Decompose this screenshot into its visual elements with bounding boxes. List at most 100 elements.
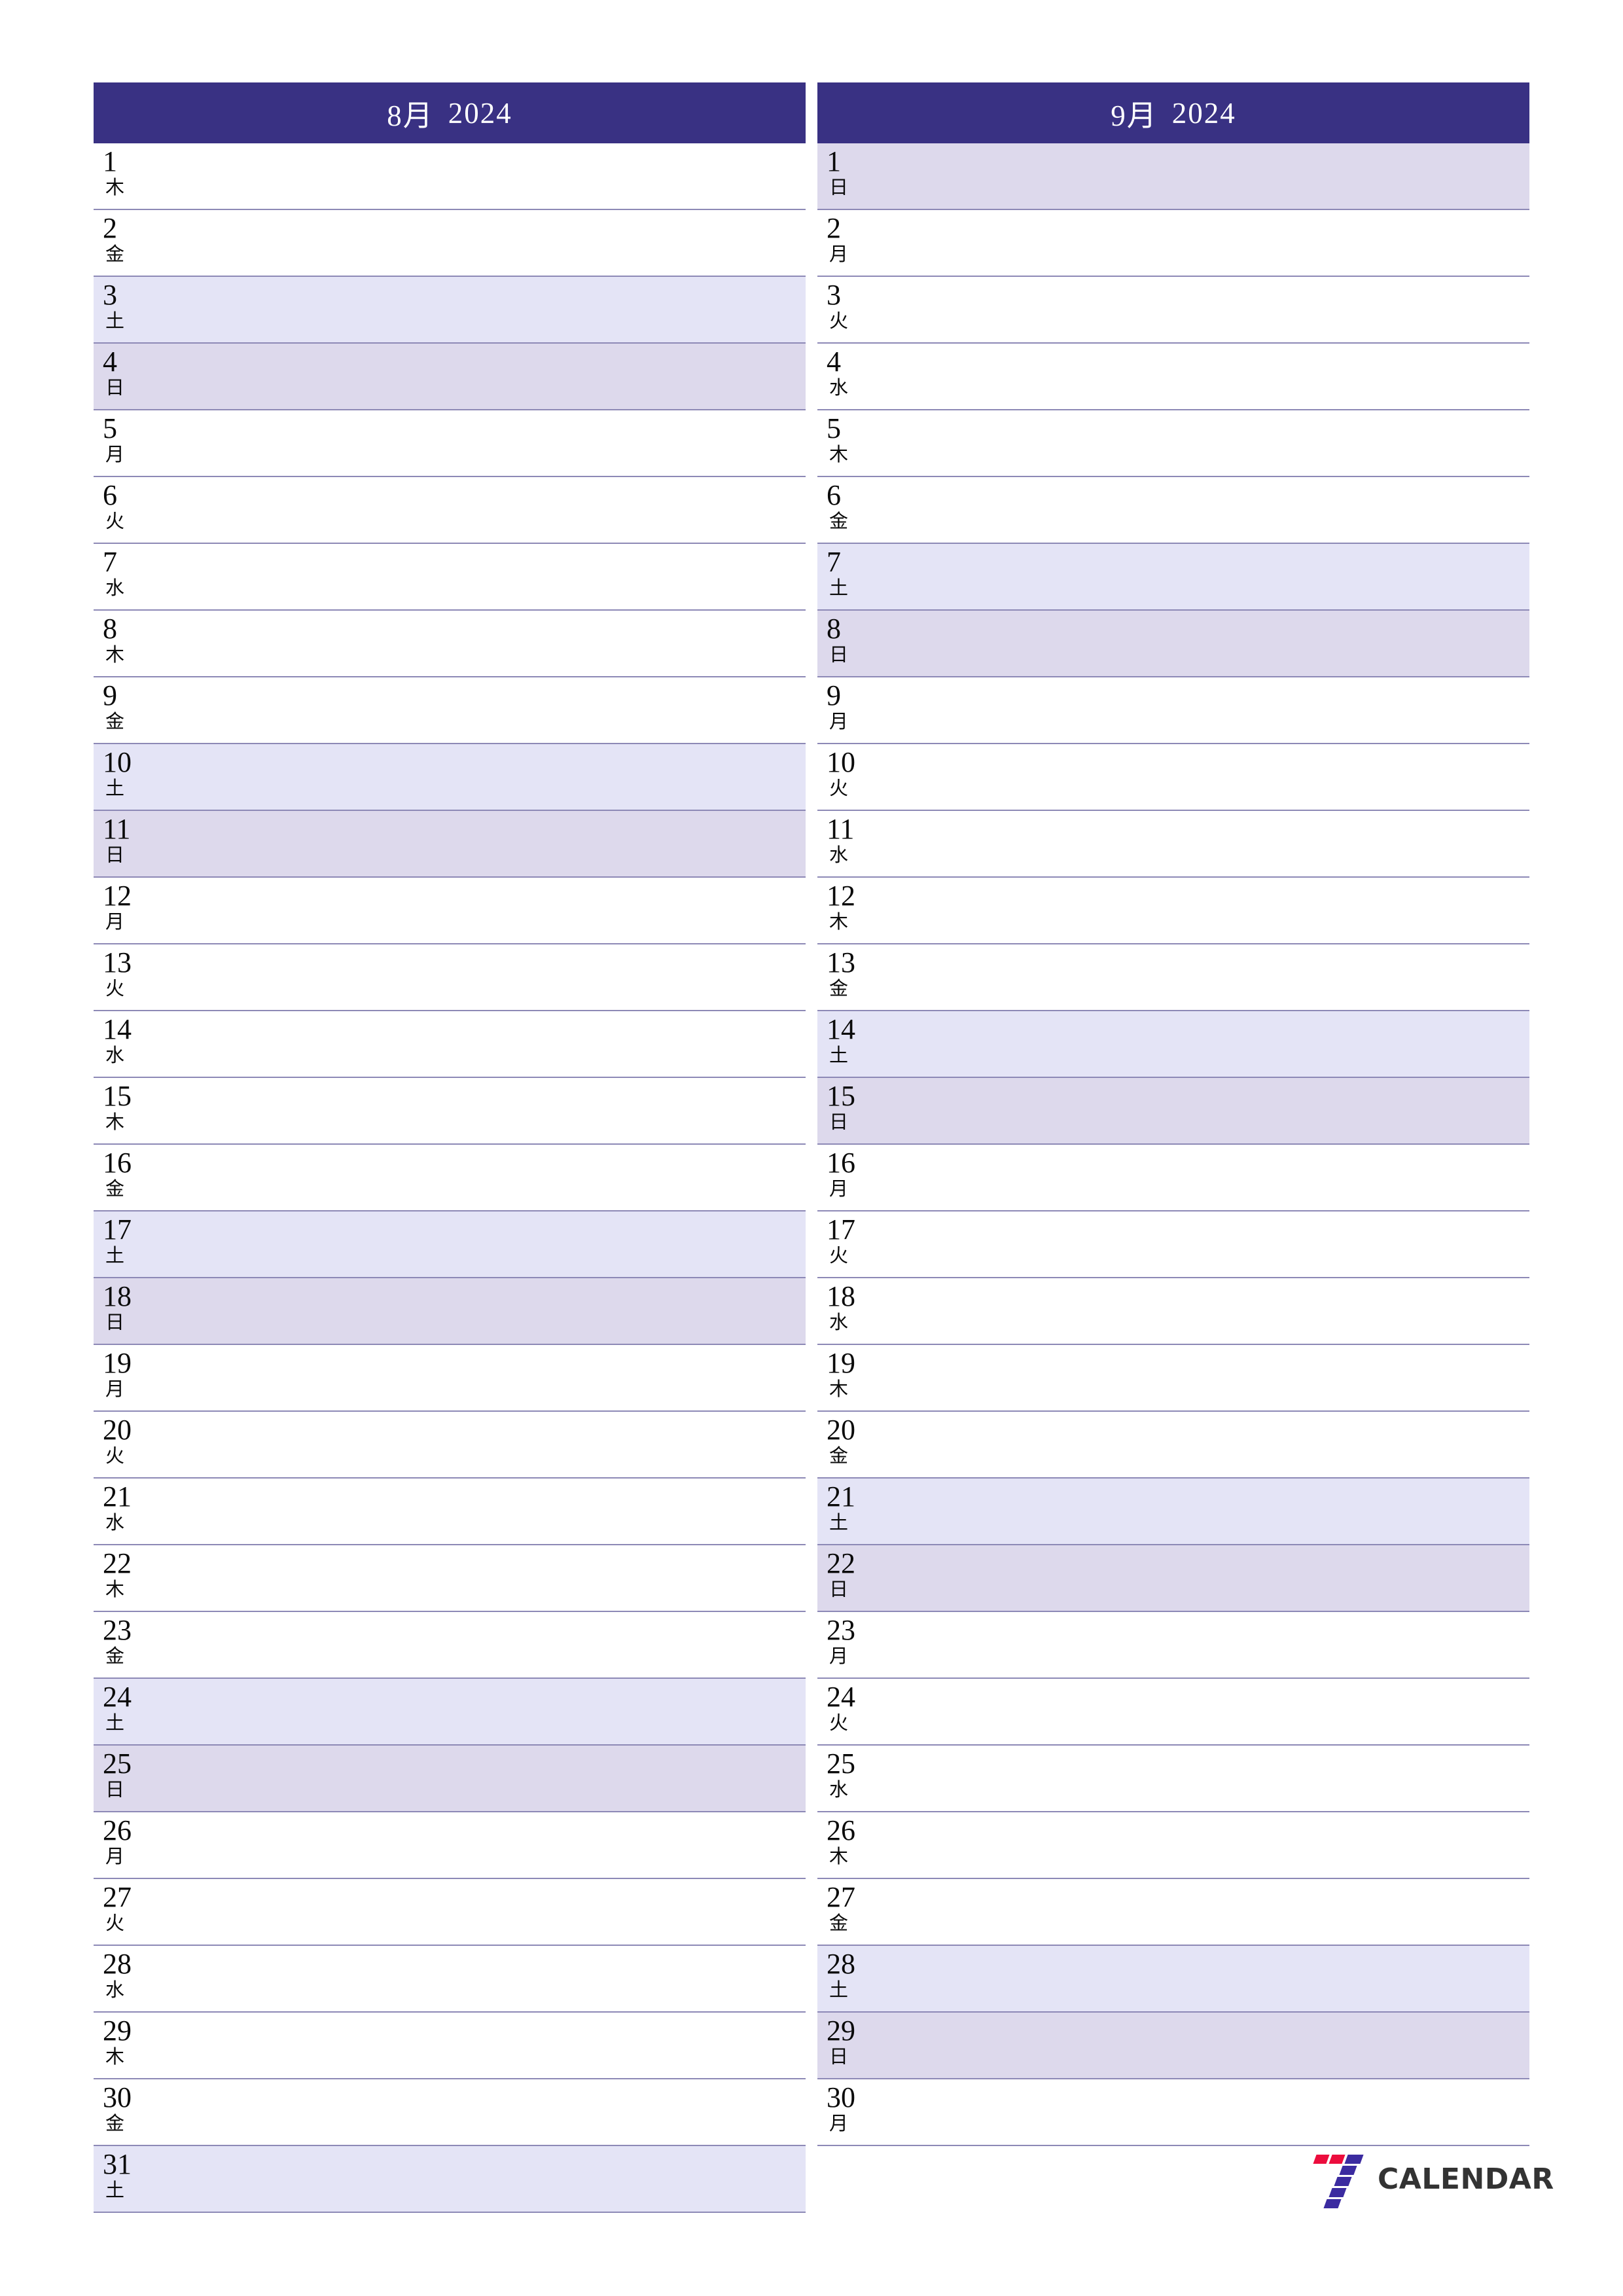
day-number: 22: [827, 1547, 855, 1579]
day-row[interactable]: 23 月: [817, 1612, 1529, 1679]
day-weekday: 土: [829, 1511, 849, 1534]
day-number: 21: [103, 1480, 132, 1513]
day-row[interactable]: 5月: [94, 410, 806, 477]
day-row[interactable]: 6金: [817, 477, 1529, 544]
day-weekday: 月: [105, 910, 125, 933]
day-weekday: 火: [829, 310, 849, 332]
day-number: 23: [103, 1614, 132, 1646]
day-row[interactable]: 8日: [817, 611, 1529, 677]
day-row[interactable]: 20 金: [817, 1412, 1529, 1479]
day-row[interactable]: 16 月: [817, 1145, 1529, 1211]
day-number: 25: [103, 1748, 132, 1780]
day-row[interactable]: 13 金: [817, 944, 1529, 1011]
day-weekday: 火: [105, 510, 125, 532]
day-row[interactable]: 30 月: [817, 2079, 1529, 2146]
day-row[interactable]: 12 木: [817, 878, 1529, 944]
day-row[interactable]: 23 金: [94, 1612, 806, 1679]
month-column-august: 8月 2024 1 木 2 金 3 土 4 日 5 月 6 火 7 水 8 木 9 金 10 土 11 日 12 月 13 火 14…: [94, 82, 806, 2213]
day-row[interactable]: 3土: [94, 277, 806, 344]
day-row[interactable]: 24 土: [94, 1679, 806, 1746]
day-row[interactable]: 2月: [817, 210, 1529, 277]
day-weekday: 月: [829, 243, 849, 265]
day-row[interactable]: 13 火: [94, 944, 806, 1011]
logo-segment: [1339, 2166, 1357, 2175]
day-number: 28: [827, 1948, 855, 1980]
day-row[interactable]: 5木: [817, 410, 1529, 477]
day-row[interactable]: 14 土: [817, 1011, 1529, 1078]
day-row[interactable]: 21 水: [94, 1479, 806, 1545]
day-row[interactable]: 16 金: [94, 1145, 806, 1211]
day-row[interactable]: 9月: [817, 677, 1529, 744]
day-row[interactable]: 18 日: [94, 1278, 806, 1345]
day-number: 20: [827, 1414, 855, 1446]
day-number: 25: [827, 1748, 855, 1780]
day-weekday: 金: [829, 977, 849, 999]
day-weekday: 日: [829, 2045, 849, 2068]
day-row[interactable]: 7土: [817, 544, 1529, 611]
logo-segment: [1329, 2188, 1347, 2197]
calendar-page: 8月 2024 1 木 2 金 3 土 4 日 5 月 6 火 7 水 8 木 9 金 10 土 11 日 12 月 13 火 14…: [0, 0, 1623, 2296]
day-row[interactable]: 25 水: [817, 1746, 1529, 1812]
day-row[interactable]: 27 金: [817, 1879, 1529, 1946]
day-row[interactable]: 25 日: [94, 1746, 806, 1812]
day-weekday: 火: [829, 1244, 849, 1266]
day-row[interactable]: 1木: [94, 143, 806, 210]
day-row[interactable]: 10 土: [94, 744, 806, 811]
day-weekday: 金: [829, 1444, 849, 1467]
day-row[interactable]: 22 日: [817, 1545, 1529, 1612]
day-row[interactable]: 4日: [94, 344, 806, 410]
day-row[interactable]: 18 水: [817, 1278, 1529, 1345]
day-row[interactable]: 2金: [94, 210, 806, 277]
day-weekday: 月: [105, 1845, 125, 1867]
day-row[interactable]: 1日: [817, 143, 1529, 210]
day-weekday: 日: [829, 176, 849, 198]
day-row[interactable]: 15 日: [817, 1078, 1529, 1145]
day-row[interactable]: 9金: [94, 677, 806, 744]
day-row[interactable]: 26 月: [94, 1812, 806, 1879]
day-weekday: 火: [105, 1444, 125, 1467]
day-row[interactable]: 17 火: [817, 1211, 1529, 1278]
day-row[interactable]: 21 土: [817, 1479, 1529, 1545]
day-weekday: 月: [829, 1645, 849, 1667]
day-number: 15: [827, 1080, 855, 1112]
day-row[interactable]: 11 日: [94, 811, 806, 878]
day-row[interactable]: 20 火: [94, 1412, 806, 1479]
day-number: 18: [827, 1280, 855, 1312]
day-row[interactable]: 29 日: [817, 2013, 1529, 2079]
day-row[interactable]: 14 水: [94, 1011, 806, 1078]
day-row[interactable]: 29 木: [94, 2013, 806, 2079]
month-label: 9月: [1111, 99, 1158, 132]
day-row[interactable]: 28 土: [817, 1946, 1529, 2013]
year-label: 2024: [1171, 96, 1236, 130]
day-row[interactable]: 11 水: [817, 811, 1529, 878]
day-number: 16: [103, 1147, 132, 1179]
day-row[interactable]: 10 火: [817, 744, 1529, 811]
day-weekday: 木: [105, 2045, 125, 2068]
day-weekday: 火: [105, 977, 125, 999]
day-row[interactable]: 12 月: [94, 878, 806, 944]
day-row[interactable]: 31 土: [94, 2146, 806, 2213]
day-number: 18: [103, 1280, 132, 1312]
day-row[interactable]: 24 火: [817, 1679, 1529, 1746]
seven-mark-icon: [1306, 2155, 1371, 2208]
day-weekday: 火: [105, 1912, 125, 1934]
day-row[interactable]: 19 月: [94, 1345, 806, 1412]
day-row[interactable]: 17 土: [94, 1211, 806, 1278]
day-row[interactable]: 30 金: [94, 2079, 806, 2146]
day-row[interactable]: 4水: [817, 344, 1529, 410]
day-row[interactable]: 27 火: [94, 1879, 806, 1946]
day-row[interactable]: 6火: [94, 477, 806, 544]
day-number: 14: [827, 1013, 855, 1045]
day-row[interactable]: 22 木: [94, 1545, 806, 1612]
day-weekday: 金: [829, 510, 849, 532]
day-weekday: 土: [829, 1044, 849, 1066]
day-row[interactable]: 7水: [94, 544, 806, 611]
day-row[interactable]: 26 木: [817, 1812, 1529, 1879]
day-row[interactable]: 8木: [94, 611, 806, 677]
day-number: 2: [103, 212, 117, 244]
day-row[interactable]: 15 木: [94, 1078, 806, 1145]
day-row[interactable]: 3火: [817, 277, 1529, 344]
day-row[interactable]: 28 水: [94, 1946, 806, 2013]
day-number: 13: [103, 946, 132, 978]
day-row[interactable]: 19 木: [817, 1345, 1529, 1412]
